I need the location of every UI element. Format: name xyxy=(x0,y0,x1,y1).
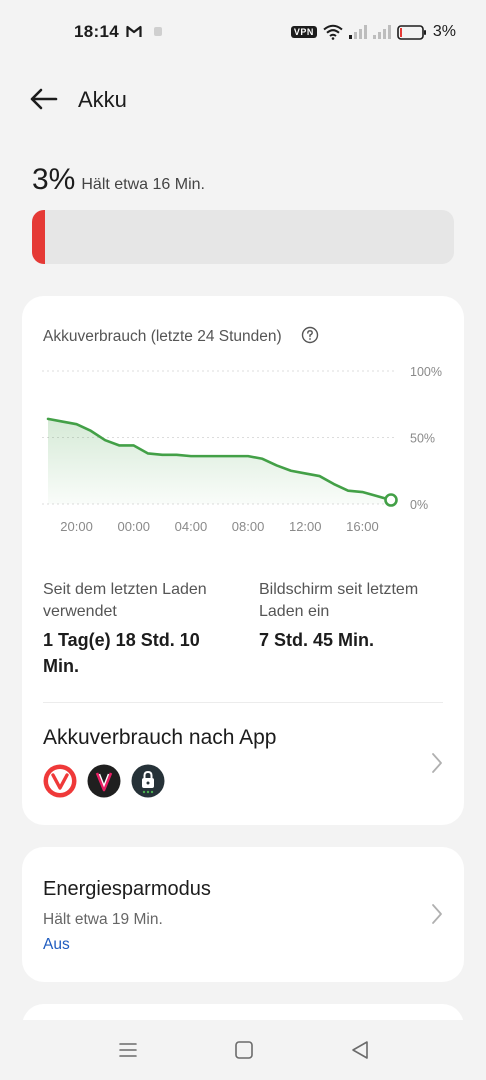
app-usage-title: Akkuverbrauch nach App xyxy=(43,726,277,749)
chart-ytick-label: 50% xyxy=(410,432,435,446)
screen-on-label: Bildschirm seit letztem Laden ein xyxy=(259,581,419,620)
usage-chart-title: Akkuverbrauch (letzte 24 Stunden) xyxy=(43,328,282,345)
signal-icon xyxy=(348,25,367,39)
chevron-right-icon xyxy=(432,753,442,773)
since-charge-value: 1 Tag(e) 18 Std. 10 Min. xyxy=(43,630,200,676)
battery-estimate: Hält etwa 16 Min. xyxy=(81,176,205,193)
chart-current-point xyxy=(384,493,398,507)
status-battery-percent: 3% xyxy=(432,23,456,40)
header: Akku xyxy=(0,70,486,130)
battery-summary: 3% Hält etwa 16 Min. xyxy=(32,163,205,197)
status-icons: VPN 3% xyxy=(290,22,456,42)
since-charge-label: Seit dem letzten Laden verwendet xyxy=(43,581,207,620)
chart-xtick-label: 04:00 xyxy=(175,519,208,534)
chart-area xyxy=(48,418,391,504)
wifi-icon xyxy=(323,24,343,40)
energy-saver-estimate: Hält etwa 19 Min. xyxy=(43,911,163,928)
app-usage-row[interactable]: Akkuverbrauch nach App xyxy=(22,702,464,825)
battery-level-bar xyxy=(32,210,454,264)
back-arrow-icon[interactable] xyxy=(26,84,60,114)
vpn-icon: VPN xyxy=(290,26,317,38)
vanadium-icon xyxy=(87,764,121,798)
help-circle-icon[interactable] xyxy=(301,326,319,344)
chart-ytick-label: 100% xyxy=(410,365,442,379)
lock-app-icon xyxy=(131,764,165,798)
status-bar: 18:14 VPN 3% xyxy=(0,0,486,64)
status-time: 18:14 xyxy=(74,22,119,41)
chart-xtick-label: 20:00 xyxy=(60,519,93,534)
gmail-icon xyxy=(126,25,142,37)
chart-xtick-label: 12:00 xyxy=(289,519,322,534)
chart-xtick-label: 00:00 xyxy=(117,519,150,534)
app-icon-list xyxy=(43,764,165,798)
navigation-bar xyxy=(0,1020,486,1080)
back-icon[interactable] xyxy=(348,1038,372,1062)
energy-saver-status: Aus xyxy=(43,936,70,953)
energy-saver-title: Energiesparmodus xyxy=(43,878,211,900)
notification-icon xyxy=(154,27,162,36)
energy-saver-card[interactable]: Energiesparmodus Hält etwa 19 Min. Aus xyxy=(22,847,464,982)
chevron-right-icon xyxy=(432,904,442,924)
chart-ytick-label: 0% xyxy=(410,498,428,512)
chart-xtick-label: 08:00 xyxy=(232,519,265,534)
battery-level: 3% xyxy=(32,163,76,196)
battery-usage-card: Akkuverbrauch (letzte 24 Stunden) 100% 50… xyxy=(22,296,464,825)
screen-on-value: 7 Std. 45 Min. xyxy=(259,630,375,650)
home-icon[interactable] xyxy=(232,1038,256,1062)
signal-icon xyxy=(372,25,391,39)
battery-level-fill xyxy=(32,210,45,264)
menu-icon[interactable] xyxy=(116,1038,140,1062)
vivaldi-icon xyxy=(43,764,77,798)
page-title: Akku xyxy=(78,87,127,112)
usage-chart: 100% 50% 0% 20:00 00:00 04:00 08:00 12:00 16:00 xyxy=(42,365,442,534)
chart-xtick-label: 16:00 xyxy=(346,519,379,534)
battery-icon xyxy=(397,24,426,40)
